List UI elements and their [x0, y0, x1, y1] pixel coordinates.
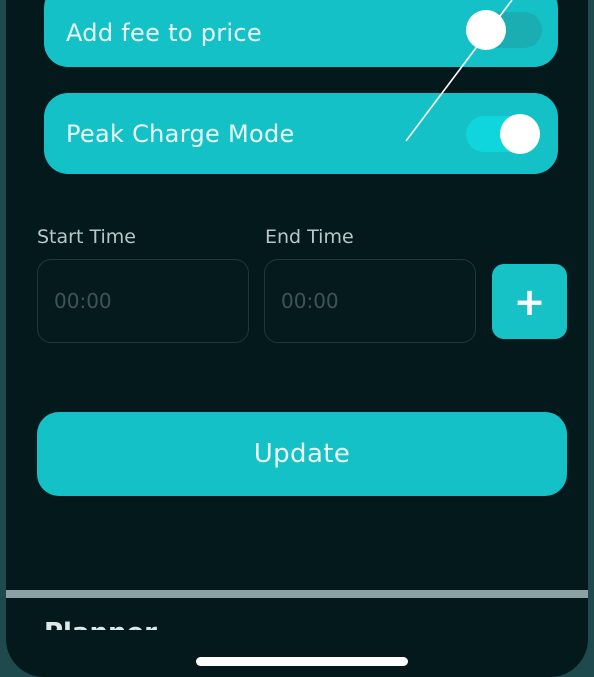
- planner-label: Planner: [44, 618, 157, 630]
- peak-charge-toggle[interactable]: [466, 114, 540, 154]
- planner-section-header: Planner: [44, 606, 244, 630]
- add-fee-label: Add fee to price: [66, 18, 262, 47]
- toggle-knob: [466, 10, 506, 50]
- peak-charge-label: Peak Charge Mode: [66, 119, 295, 148]
- section-divider: [6, 590, 588, 598]
- update-button-label: Update: [253, 439, 351, 469]
- start-time-placeholder: 00:00: [54, 289, 112, 313]
- end-time-input[interactable]: 00:00: [264, 259, 476, 343]
- start-time-input[interactable]: 00:00: [37, 259, 249, 343]
- add-fee-toggle[interactable]: [466, 10, 542, 50]
- add-time-slot-button[interactable]: +: [492, 264, 567, 339]
- start-time-label: Start Time: [37, 226, 136, 248]
- toggle-knob: [500, 114, 540, 154]
- plus-icon: +: [513, 279, 546, 324]
- home-indicator[interactable]: [196, 657, 408, 666]
- add-fee-setting-card: Add fee to price: [44, 0, 558, 67]
- peak-charge-setting-card: Peak Charge Mode: [44, 93, 558, 174]
- app-screen: Add fee to price Peak Charge Mode Start …: [6, 0, 588, 677]
- update-button[interactable]: Update: [37, 412, 567, 496]
- end-time-placeholder: 00:00: [281, 289, 339, 313]
- end-time-label: End Time: [265, 226, 354, 248]
